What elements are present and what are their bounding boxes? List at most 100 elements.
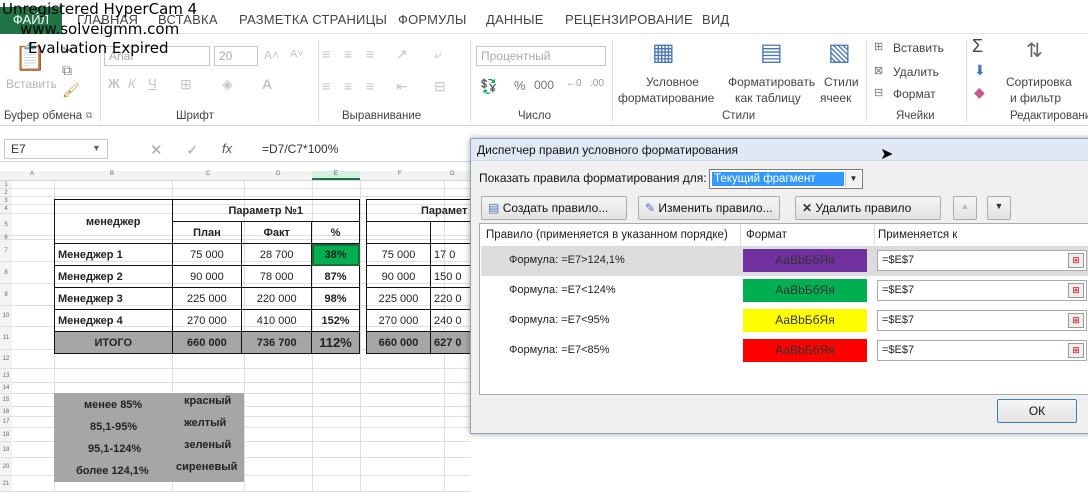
header-param-2[interactable]: Парамет [366, 199, 486, 222]
fill-icon[interactable]: ⬇ [974, 62, 986, 79]
total-pct[interactable]: 112% [311, 331, 360, 354]
sort-filter-label[interactable]: Сортировка [1006, 74, 1072, 90]
decrease-decimal-icon[interactable]: .00 [590, 78, 604, 89]
row-header[interactable]: 8 [0, 262, 12, 284]
cell-styles-icon[interactable]: ▧ [828, 38, 851, 67]
row-header[interactable]: 5 [0, 214, 12, 236]
fact-cell[interactable]: 28 700 [241, 243, 313, 266]
format-cells-button[interactable]: Формат [893, 86, 936, 102]
bold-icon[interactable]: Ж [108, 76, 120, 91]
format-table-label[interactable]: Форматировать [728, 74, 815, 90]
range-picker-icon[interactable]: ⊞ [1068, 283, 1084, 298]
pct-cell[interactable]: 152% [311, 309, 360, 332]
rule-row[interactable]: Формула: =E7<124% АаВbБбЯя =$E$7 ⊞ [481, 276, 1088, 306]
cond-format-label-2[interactable]: форматирование [618, 90, 714, 106]
row-header[interactable]: 15 [0, 394, 12, 407]
name-box-dropdown-icon[interactable]: ▼ [92, 143, 101, 153]
tab-review[interactable]: РЕЦЕНЗИРОВАНИЕ [565, 12, 693, 27]
conditional-formatting-icon[interactable]: ▦ [652, 38, 675, 67]
merge-icon[interactable]: ⊟ [434, 78, 446, 95]
legend-range[interactable]: более 124,1% [76, 465, 149, 477]
row-header[interactable]: 18 [0, 428, 12, 442]
col-header-e[interactable]: E [312, 171, 360, 180]
legend-color[interactable]: зеленый [184, 439, 231, 451]
row-header[interactable]: 14 [0, 383, 12, 394]
tab-page-layout[interactable]: РАЗМЕТКА СТРАНИЦЫ [239, 12, 387, 27]
align-bottom-icon[interactable]: ≡ [366, 46, 374, 62]
font-size-combo[interactable]: 20 [214, 46, 258, 66]
tab-formulas[interactable]: ФОРМУЛЫ [398, 12, 467, 27]
col-header-c[interactable]: C [206, 171, 210, 177]
shrink-font-icon[interactable]: A˅ [290, 48, 304, 60]
row-header[interactable]: 16 [0, 407, 12, 417]
dialog-title[interactable]: Диспетчер правил условного форматировани… [471, 139, 1088, 161]
enter-icon[interactable]: ✓ [186, 141, 199, 159]
move-up-icon[interactable]: ▲ [953, 196, 977, 220]
row-header[interactable]: 3 [0, 197, 12, 205]
format-cells-icon[interactable]: ⊟ [874, 86, 883, 99]
legend-range[interactable]: 95,1-124% [88, 443, 141, 455]
rule-row[interactable]: Формула: =E7<85% АаВbБбЯя =$E$7 ⊞ [481, 336, 1088, 366]
plan-cell[interactable]: 225 000 [171, 287, 243, 310]
fill-color-icon[interactable]: ◈ [222, 76, 233, 93]
header-manager[interactable]: менеджер [54, 199, 173, 244]
plan-cell[interactable]: 75 000 [366, 243, 431, 266]
indent-icon[interactable]: ⇤ [396, 78, 408, 95]
rule-row[interactable]: Формула: =E7<95% АаВbБбЯя =$E$7 ⊞ [481, 306, 1088, 336]
delete-rule-button[interactable]: ✕ Удалить правило [795, 196, 941, 220]
align-left-icon[interactable]: ≡ [322, 78, 330, 94]
col-header-g[interactable]: G [450, 171, 455, 177]
row-header[interactable]: 13 [0, 369, 12, 383]
total-plan[interactable]: 660 000 [366, 331, 431, 354]
range-picker-icon[interactable]: ⊞ [1068, 343, 1084, 358]
currency-icon[interactable]: 💱 [480, 78, 497, 95]
font-color-icon[interactable]: A [262, 76, 272, 92]
pct-cell-selected[interactable]: 38% [311, 243, 360, 266]
plan-cell[interactable]: 225 000 [366, 287, 431, 310]
plan-cell[interactable]: 270 000 [171, 309, 243, 332]
sort-filter-label-2[interactable]: и фильтр [1010, 90, 1061, 106]
number-format-combo[interactable]: Процентный [476, 46, 606, 66]
rule-applies-input[interactable]: =$E$7 ⊞ [877, 280, 1087, 301]
increase-decimal-icon[interactable]: ←0 [566, 78, 582, 89]
format-table-label-2[interactable]: как таблицу [735, 90, 801, 106]
cond-format-label[interactable]: Условное [646, 74, 699, 90]
scope-select[interactable]: Текущий фрагмент ▼ [709, 169, 863, 189]
ok-button[interactable]: ОК [997, 399, 1077, 423]
row-header[interactable]: 2 [0, 189, 12, 197]
total-label[interactable]: ИТОГО [54, 331, 173, 354]
legend-range[interactable]: менее 85% [84, 399, 142, 411]
col-header-b[interactable]: B [110, 171, 114, 177]
range-picker-icon[interactable]: ⊞ [1068, 253, 1084, 268]
dialog-launcher-icon[interactable]: ⧉ [86, 110, 92, 121]
orientation-icon[interactable]: ↗ [396, 46, 408, 63]
col-header-f[interactable]: F [398, 171, 402, 177]
clear-icon[interactable]: ◆ [974, 84, 985, 101]
manager-name[interactable]: Менеджер 2 [54, 265, 173, 288]
col-header-a[interactable]: A [30, 171, 34, 177]
align-top-icon[interactable]: ≡ [322, 46, 330, 62]
italic-icon[interactable]: К [128, 76, 136, 91]
move-down-icon[interactable]: ▼ [987, 196, 1011, 220]
comma-style-icon[interactable]: 000 [534, 78, 554, 92]
new-rule-button[interactable]: ▤ Создать правило... [481, 196, 627, 220]
rule-applies-input[interactable]: =$E$7 ⊞ [877, 340, 1087, 361]
wrap-text-icon[interactable]: ⤶ [434, 46, 442, 63]
header-plan-2[interactable] [366, 221, 431, 244]
tab-view[interactable]: ВИД [702, 12, 729, 27]
insert-cells-button[interactable]: Вставить [893, 40, 944, 56]
insert-cells-icon[interactable]: ⊞ [874, 40, 883, 53]
plan-cell[interactable]: 270 000 [366, 309, 431, 332]
header-fact[interactable]: Факт [241, 221, 313, 244]
grow-font-icon[interactable]: A˄ [264, 48, 279, 62]
row-header[interactable]: 1 [0, 181, 12, 189]
fact-cell[interactable]: 78 000 [241, 265, 313, 288]
manager-name[interactable]: Менеджер 1 [54, 243, 173, 266]
pct-cell[interactable]: 98% [311, 287, 360, 310]
rule-row-selected[interactable]: Формула: =E7>124,1% АаВbБбЯя =$E$7 ⊞ [481, 246, 1088, 276]
total-plan[interactable]: 660 000 [171, 331, 243, 354]
plan-cell[interactable]: 90 000 [171, 265, 243, 288]
cell-styles-label[interactable]: Стили [824, 74, 859, 90]
row-header[interactable]: 7 [0, 240, 12, 262]
row-header[interactable]: 4 [0, 205, 12, 214]
